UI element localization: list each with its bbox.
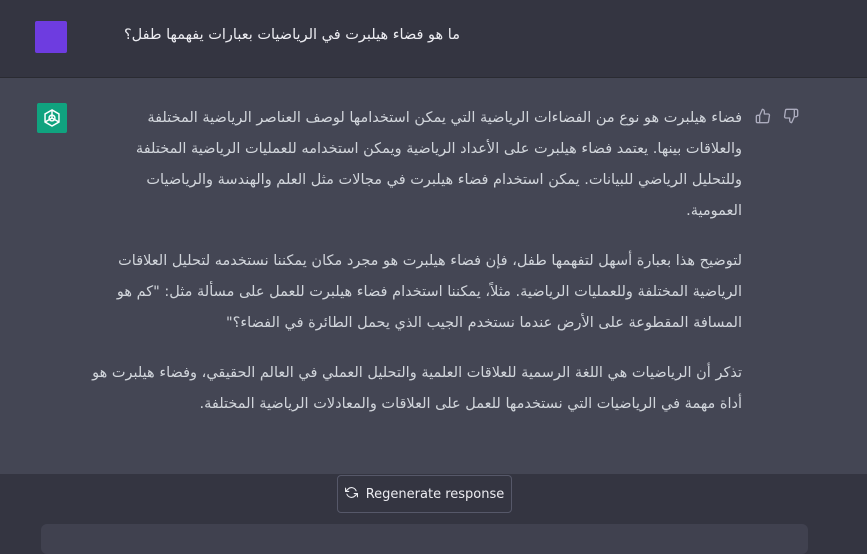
assistant-paragraph: فضاء هيلبرت هو نوع من الفضاءات الرياضية … — [135, 110, 742, 219]
assistant-paragraph: تذكر أن الرياضيات هي اللغة الرسمية للعلا… — [92, 365, 742, 412]
openai-logo-icon — [37, 103, 67, 133]
thumbs-down-icon[interactable] — [782, 107, 800, 125]
user-message-text: ما هو فضاء هيلبرت في الرياضيات بعبارات ي… — [123, 27, 460, 43]
thumbs-up-icon[interactable] — [754, 107, 772, 125]
message-input[interactable] — [41, 524, 808, 554]
assistant-message-text: فضاء هيلبرت هو نوع من الفضاءات الرياضية … — [90, 103, 742, 439]
user-message-row: ما هو فضاء هيلبرت في الرياضيات بعبارات ي… — [0, 0, 867, 78]
regenerate-label: Regenerate response — [365, 486, 505, 502]
bottom-bar: Regenerate response — [0, 474, 867, 554]
regenerate-response-button[interactable]: Regenerate response — [337, 475, 512, 513]
assistant-message-row: فضاء هيلبرت هو نوع من الفضاءات الرياضية … — [0, 78, 867, 474]
assistant-paragraph: لتوضيح هذا بعبارة أسهل لتفهمها طفل، فإن … — [116, 253, 742, 331]
user-avatar — [35, 21, 67, 53]
refresh-icon — [344, 486, 358, 503]
